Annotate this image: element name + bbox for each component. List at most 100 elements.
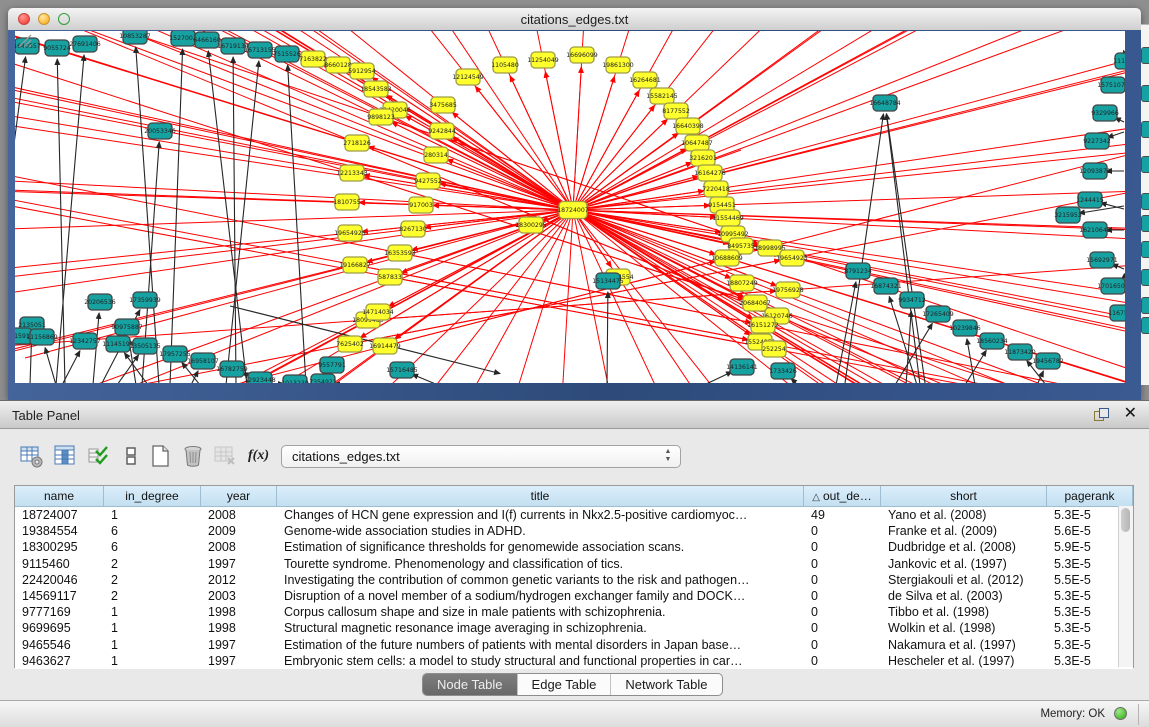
network-node-14714034[interactable]: 14714034 <box>362 304 394 320</box>
column-header-title[interactable]: title <box>277 486 804 506</box>
network-node-5912954[interactable]: 5912954 <box>348 63 376 79</box>
network-node-27691406[interactable]: 27691406 <box>69 36 101 52</box>
table-row[interactable]: 977716911998Corpus callosum shape and si… <box>15 604 1133 620</box>
network-node-13505135[interactable]: 13505135 <box>129 338 161 354</box>
network-node-14136141[interactable]: 14136141 <box>726 359 758 375</box>
network-node-18300295[interactable]: 18300295 <box>515 217 547 233</box>
network-node-16164276[interactable]: 16164276 <box>694 165 726 181</box>
table-row[interactable]: 969969511998Structural magnetic resonanc… <box>15 620 1133 636</box>
table-vertical-scrollbar[interactable] <box>1118 506 1133 667</box>
network-node-15751074[interactable]: 15751074 <box>1097 77 1125 93</box>
network-node-16648784[interactable]: 16648784 <box>869 95 901 111</box>
memory-status-indicator[interactable] <box>1114 707 1127 720</box>
network-node-7354921[interactable]: 7354921 <box>309 374 337 383</box>
citation-network-graph[interactable]: 1872400718300295716382286601285912954185… <box>15 31 1125 383</box>
network-node-18560234[interactable]: 18560234 <box>976 333 1008 349</box>
network-node-18724007[interactable]: 18724007 <box>557 202 589 219</box>
network-node-16640398[interactable]: 16640398 <box>672 118 704 134</box>
network-node-16782759[interactable]: 16782759 <box>216 361 248 377</box>
network-node-1105480[interactable]: 1105480 <box>491 57 519 73</box>
column-header-out_de[interactable]: △out_de… <box>804 486 881 506</box>
network-node-17957255[interactable]: 17957255 <box>159 346 191 362</box>
network-node-12124549[interactable]: 12124549 <box>452 69 484 85</box>
network-node-16958107[interactable]: 16958107 <box>187 353 219 369</box>
table-row[interactable]: 1938455462009Genome-wide association stu… <box>15 523 1133 539</box>
network-node-8177552[interactable]: 8177552 <box>662 103 690 119</box>
network-node-7220418[interactable]: 7220418 <box>702 181 730 197</box>
network-node-15716485[interactable]: 15716485 <box>386 362 418 378</box>
network-node-12923448[interactable]: 12923448 <box>244 372 276 383</box>
network-node-16353593[interactable]: 16353593 <box>384 245 416 261</box>
network-node-16210643[interactable]: 16210643 <box>1079 222 1111 238</box>
table-settings-icon[interactable] <box>18 443 44 469</box>
network-node-17265409[interactable]: 17265409 <box>922 306 954 322</box>
network-node-9934712[interactable]: 9934712 <box>898 292 926 308</box>
network-node-917003[interactable]: 917003 <box>409 197 433 213</box>
network-node-8267130[interactable]: 8267130 <box>399 221 427 237</box>
network-node-3215953[interactable]: 3215953 <box>1054 207 1082 223</box>
network-node-10647487[interactable]: 10647487 <box>681 135 713 151</box>
network-node-9329966[interactable]: 9329966 <box>1091 105 1119 121</box>
scrollbar-thumb[interactable] <box>1121 508 1130 532</box>
network-node-19166827[interactable]: 19166827 <box>339 257 371 273</box>
network-node-16264681[interactable]: 16264681 <box>629 72 661 88</box>
network-node-20053346[interactable]: 20053346 <box>144 123 176 139</box>
network-node-11156869[interactable]: 11156869 <box>26 329 58 345</box>
resize-grip[interactable] <box>15 31 33 49</box>
network-node-16151272[interactable]: 16151272 <box>747 317 779 333</box>
table-row[interactable]: 2242004622012Investigating the contribut… <box>15 572 1133 588</box>
network-node-10239846[interactable]: 10239846 <box>949 320 981 336</box>
column-header-year[interactable]: year <box>201 486 277 506</box>
column-header-pagerank[interactable]: pagerank <box>1047 486 1133 506</box>
network-node-18807249[interactable]: 18807249 <box>726 275 758 291</box>
close-panel-icon[interactable]: ✕ <box>1124 405 1137 423</box>
network-node-1810755[interactable]: 1810755 <box>333 194 361 210</box>
column-visibility-icon[interactable] <box>52 443 78 469</box>
network-node-15582145[interactable]: 15582145 <box>646 88 678 104</box>
table-row[interactable]: 911546021997Tourette syndrome. Phenomeno… <box>15 556 1133 572</box>
network-node-20206536[interactable]: 20206536 <box>84 294 116 310</box>
trash-icon[interactable] <box>180 443 206 469</box>
network-node-1733426[interactable]: 1733426 <box>769 363 797 379</box>
tab-network-table[interactable]: Network Table <box>611 674 721 695</box>
network-node-1013239[interactable]: 1013239 <box>281 375 309 383</box>
network-node-12342757[interactable]: 12342757 <box>69 333 101 349</box>
window-titlebar[interactable]: citations_edges.txt <box>8 8 1141 31</box>
network-node-7163822[interactable]: 7163822 <box>299 51 327 67</box>
network-node-11254049[interactable]: 11254049 <box>527 52 559 68</box>
network-node-11873420[interactable]: 11873420 <box>1004 344 1036 360</box>
network-node-16696099[interactable]: 16696099 <box>566 47 598 63</box>
network-node-19756928[interactable]: 19756928 <box>772 282 804 298</box>
table-row[interactable]: 946554611997Estimation of the future num… <box>15 637 1133 653</box>
network-node-90975887[interactable]: 90975887 <box>111 319 143 335</box>
table-row[interactable]: 1872400712008Changes of HCN gene express… <box>15 507 1133 523</box>
network-node-16713155[interactable]: 16713155 <box>244 42 276 58</box>
tab-edge-table[interactable]: Edge Table <box>518 674 612 695</box>
network-node-11554469[interactable]: 11554469 <box>712 210 744 226</box>
network-node-18543582[interactable]: 18543582 <box>360 81 392 97</box>
network-node-1167534[interactable]: 1167534 <box>1108 305 1125 321</box>
network-node-12093872[interactable]: 12093872 <box>1079 163 1111 179</box>
network-node-19654923[interactable]: 19654923 <box>776 250 808 266</box>
network-node-16874321[interactable]: 16874321 <box>870 278 902 294</box>
network-node-9427552[interactable]: 9427552 <box>414 173 442 189</box>
network-node-10688609[interactable]: 10688609 <box>711 250 743 266</box>
function-builder-icon[interactable]: f(x) <box>248 443 274 469</box>
network-node-9898123[interactable]: 9898123 <box>367 109 395 125</box>
network-node-8791234[interactable]: 8791234 <box>844 263 872 279</box>
table-row[interactable]: 946362711997Embryonic stem cells: a mode… <box>15 653 1133 669</box>
new-table-icon[interactable] <box>147 443 173 469</box>
network-node-252254[interactable]: 252254 <box>762 341 786 357</box>
column-header-short[interactable]: short <box>881 486 1047 506</box>
row-height-icon[interactable] <box>118 443 144 469</box>
network-node-16914479[interactable]: 16914479 <box>369 338 401 354</box>
network-node-280314[interactable]: 280314 <box>424 147 448 163</box>
network-node-9242844[interactable]: 9242844 <box>428 123 456 139</box>
network-node-7625402[interactable]: 7625402 <box>336 336 364 352</box>
select-apply-check-icon[interactable] <box>87 443 113 469</box>
table-row[interactable]: 1456911722003Disruption of a novel membe… <box>15 588 1133 604</box>
network-node-15134475[interactable]: 15134475 <box>592 273 624 289</box>
network-node-19654925[interactable]: 19654925 <box>334 225 366 241</box>
column-header-in_degree[interactable]: in_degree <box>104 486 201 506</box>
network-canvas[interactable]: 1872400718300295716382286601285912954185… <box>15 31 1125 383</box>
